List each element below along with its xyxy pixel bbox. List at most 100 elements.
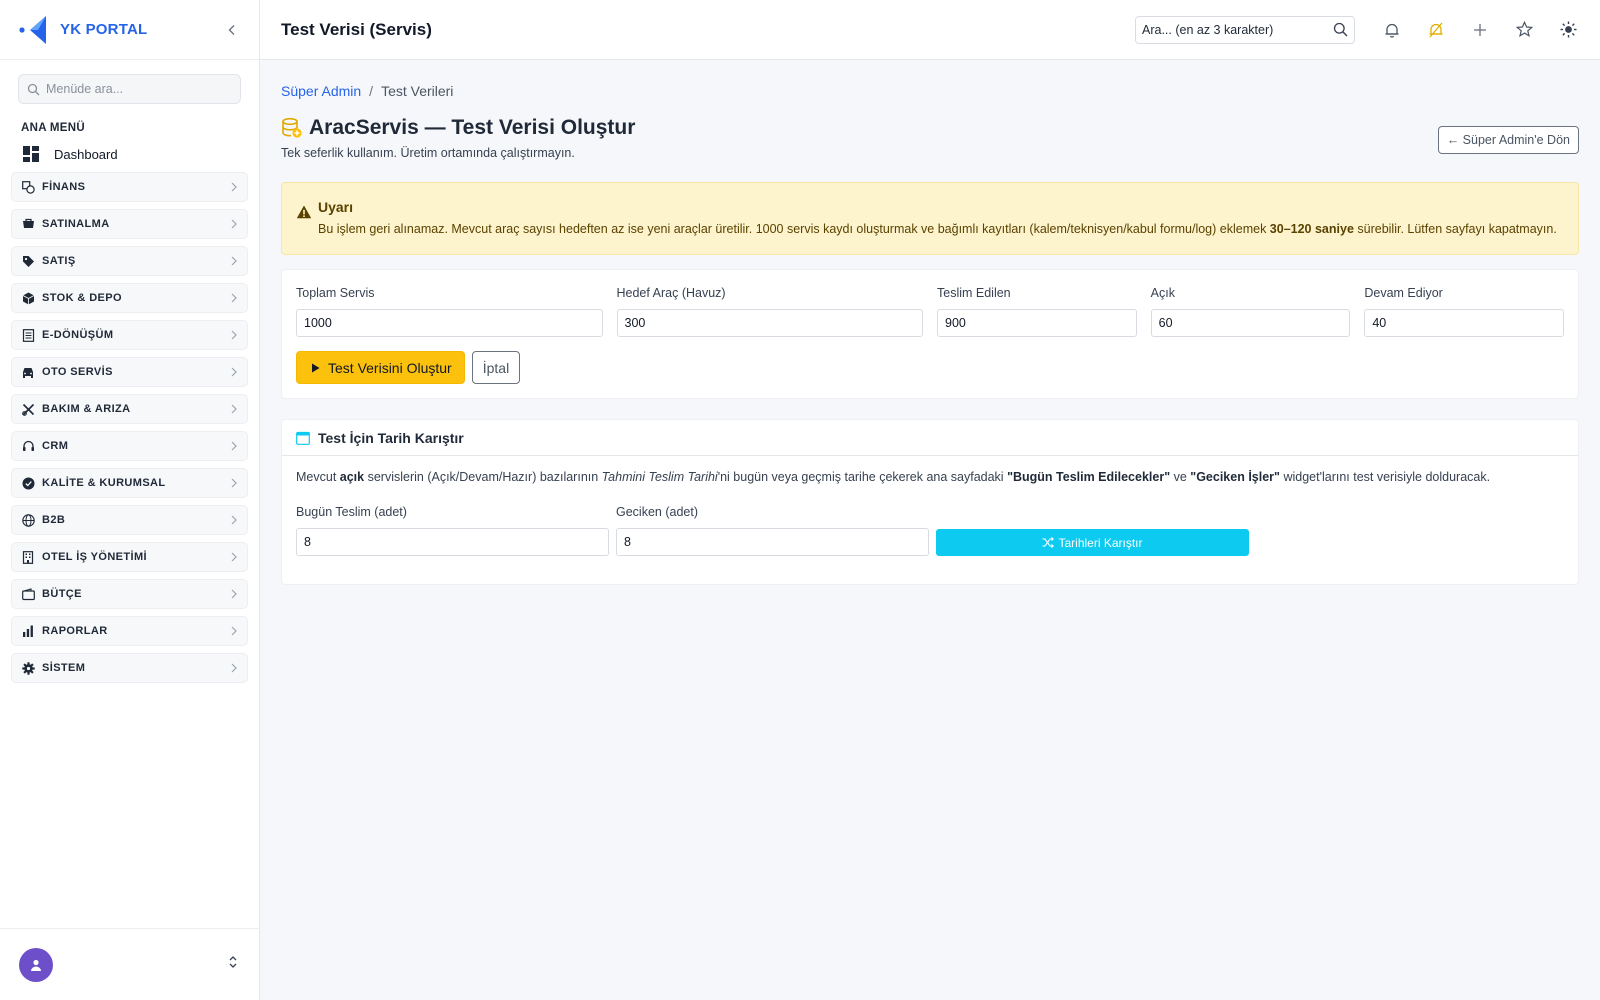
user-icon	[31, 959, 41, 971]
bar-chart-icon	[21, 624, 35, 638]
tag-icon	[21, 254, 35, 268]
main-content: Süper Admin / Test Verileri AracServis —…	[281, 60, 1579, 585]
back-to-super-admin-button[interactable]: ← Süper Admin'e Dön	[1437, 126, 1579, 154]
sidebar-item-stok-depo[interactable]: STOK & DEPO	[11, 283, 248, 313]
page-subtitle: Tek seferlik kullanım. Üretim ortamında …	[281, 146, 575, 160]
sidebar-item-raporlar[interactable]: RAPORLAR	[11, 616, 248, 646]
sidebar-item-satinalma[interactable]: SATINALMA	[11, 209, 248, 239]
sidebar-item-otel-is-yonetimi[interactable]: OTEL İŞ YÖNETİMİ	[11, 542, 248, 572]
sidebar-item-crm[interactable]: CRM	[11, 431, 248, 461]
alert-text-before: Bu işlem geri alınamaz. Mevcut araç sayı…	[318, 222, 1270, 236]
date-mix-fields: Bugün Teslim (adet) Geciken (adet) Tarih…	[296, 505, 1564, 556]
sidebar-item-bakim-ariza[interactable]: BAKIM & ARIZA	[11, 394, 248, 424]
sidebar-item-label: BAKIM & ARIZA	[42, 403, 131, 415]
database-add-icon	[282, 117, 302, 138]
building-icon	[21, 550, 35, 564]
title-block: AracServis — Test Verisi Oluştur Tek sef…	[281, 116, 1438, 160]
sidebar-item-oto-servis[interactable]: OTO SERVİS	[11, 357, 248, 387]
in-progress-input[interactable]	[1364, 309, 1565, 337]
sidebar-item-label: SATIŞ	[42, 255, 76, 267]
desc-bold: "Geciken İşler"	[1190, 470, 1280, 484]
global-search-input[interactable]	[1142, 22, 1333, 37]
chevron-left-icon	[228, 24, 235, 35]
car-icon	[21, 365, 35, 379]
notifications-button[interactable]	[1381, 19, 1403, 41]
button-label: Tarihleri Karıştır	[1058, 535, 1143, 550]
tools-icon	[21, 402, 35, 416]
field-label: Toplam Servis	[296, 286, 375, 300]
field-total-service: Toplam Servis	[296, 286, 603, 337]
alert-content: Uyarı Bu işlem geri alınamaz. Mevcut ara…	[318, 199, 1557, 238]
sidebar-item-label: KALİTE & KURUMSAL	[42, 477, 166, 489]
warning-triangle-icon	[296, 205, 312, 219]
form-actions: Test Verisini Oluştur İptal	[296, 351, 1564, 384]
sidebar-item-kalite-kurumsal[interactable]: KALİTE & KURUMSAL	[11, 468, 248, 498]
field-delivered: Teslim Edilen	[937, 286, 1137, 337]
sidebar-item-satis[interactable]: SATIŞ	[11, 246, 248, 276]
total-service-input[interactable]	[296, 309, 603, 337]
due-today-count-input[interactable]	[296, 528, 609, 556]
delivered-input[interactable]	[937, 309, 1137, 337]
dashboard-icon	[23, 146, 39, 162]
sidebar-item-finans[interactable]: FİNANS	[11, 172, 248, 202]
theme-toggle-button[interactable]	[1557, 19, 1579, 41]
add-button[interactable]	[1469, 19, 1491, 41]
mute-notifications-button[interactable]	[1425, 19, 1447, 41]
user-menu-toggle[interactable]	[228, 955, 238, 974]
sidebar-item-label: SİSTEM	[42, 662, 86, 674]
calendar-icon	[296, 431, 310, 445]
sidebar-item-sistem[interactable]: SİSTEM	[11, 653, 248, 683]
brand-logo-icon	[19, 15, 46, 44]
desc-bold: açık	[339, 470, 365, 484]
desc-italic: Tahmini Teslim Tarihi	[601, 470, 718, 484]
breadcrumb-separator: /	[369, 83, 374, 99]
sidebar-item-label: E-DÖNÜŞÜM	[42, 329, 114, 341]
field-label: Bugün Teslim (adet)	[296, 505, 407, 519]
sidebar-item-e-donusum[interactable]: E-DÖNÜŞÜM	[11, 320, 248, 350]
cart-icon	[21, 217, 35, 231]
brand-name[interactable]: YK PORTAL	[60, 21, 147, 38]
field-label: Geciken (adet)	[616, 505, 698, 519]
target-vehicle-input[interactable]	[616, 309, 923, 337]
breadcrumb-link-super-admin[interactable]: Süper Admin	[281, 83, 361, 99]
avatar[interactable]	[19, 947, 53, 982]
wallet-icon	[21, 587, 35, 601]
sidebar-item-label: FİNANS	[42, 181, 86, 193]
generate-test-data-button[interactable]: Test Verisini Oluştur	[296, 351, 465, 384]
form-fields: Toplam Servis Hedef Araç (Havuz) Teslim …	[296, 286, 1565, 337]
favorites-button[interactable]	[1513, 19, 1535, 41]
field-label: Açık	[1150, 286, 1175, 300]
page-header-title: Test Verisi (Servis)	[281, 19, 432, 39]
search-icon[interactable]	[1333, 22, 1348, 37]
cancel-button[interactable]: İptal	[471, 351, 521, 384]
title-line: AracServis — Test Verisi Oluştur	[281, 116, 1438, 140]
gear-icon	[21, 661, 35, 675]
global-search	[1135, 15, 1355, 44]
shuffle-dates-button[interactable]: Tarihleri Karıştır	[936, 529, 1249, 556]
menu-search-input[interactable]	[46, 82, 226, 96]
top-bar: Test Verisi (Servis)	[260, 0, 1600, 60]
date-mix-description: Mevcut açık servislerin (Açık/Devam/Hazı…	[296, 470, 1564, 484]
overdue-count-input[interactable]	[616, 528, 929, 556]
play-icon	[312, 363, 320, 372]
alert-text: Bu işlem geri alınamaz. Mevcut araç sayı…	[318, 220, 1557, 238]
sidebar-item-label: BÜTÇE	[42, 588, 82, 600]
chevron-right-icon	[231, 330, 237, 340]
sidebar-item-dashboard[interactable]: Dashboard	[22, 142, 259, 166]
chevron-right-icon	[231, 626, 237, 636]
field-in-progress: Devam Ediyor	[1364, 286, 1565, 337]
chevron-right-icon	[231, 515, 237, 525]
sidebar-item-butce[interactable]: BÜTÇE	[11, 579, 248, 609]
field-label: Hedef Araç (Havuz)	[616, 286, 726, 300]
sidebar-collapse-button[interactable]	[221, 19, 243, 41]
sidebar-item-label: CRM	[42, 440, 69, 452]
chevron-up-down-icon	[229, 956, 237, 968]
test-data-form-card: Toplam Servis Hedef Araç (Havuz) Teslim …	[281, 269, 1579, 399]
bell-icon	[1385, 23, 1399, 38]
badge-icon	[21, 476, 35, 490]
sun-icon	[1560, 21, 1576, 38]
sidebar-item-b2b[interactable]: B2B	[11, 505, 248, 535]
sidebar-item-label: OTO SERVİS	[42, 366, 113, 378]
open-input[interactable]	[1150, 309, 1351, 337]
finance-icon	[21, 180, 35, 194]
